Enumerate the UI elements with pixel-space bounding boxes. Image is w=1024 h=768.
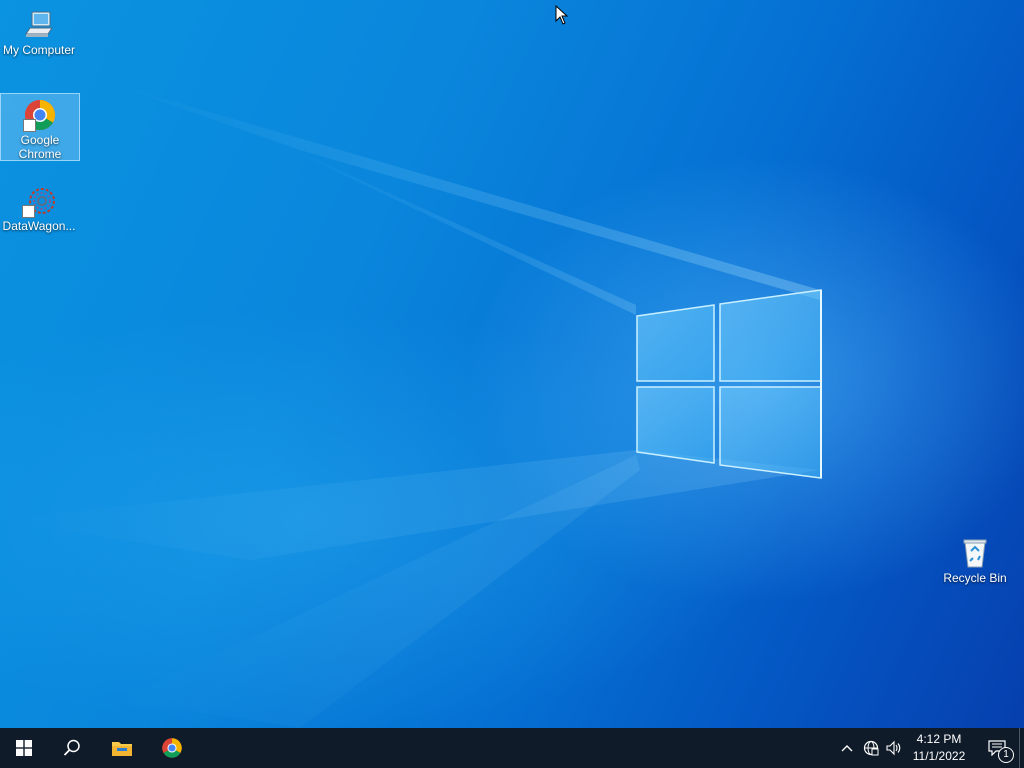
notification-count-badge: 1 <box>998 747 1014 763</box>
desktop-icon-label: Google Chrome <box>18 133 62 161</box>
clock-date: 11/1/2022 <box>912 749 966 763</box>
mouse-cursor-icon <box>555 5 569 25</box>
shortcut-arrow-icon <box>22 205 35 218</box>
search-icon <box>63 739 80 756</box>
volume-icon <box>886 740 901 756</box>
datawagon-icon <box>22 184 56 218</box>
desktop-icon-label: DataWagon... <box>2 219 76 233</box>
desktop[interactable]: My Computer Google Chrome DataWagon... R… <box>0 0 1024 728</box>
start-button[interactable] <box>0 728 48 768</box>
action-center-button[interactable]: 1 <box>978 728 1016 768</box>
recycle-bin-icon <box>958 536 992 570</box>
desktop-icon-label: Recycle Bin <box>943 571 1007 585</box>
computer-icon <box>22 8 56 42</box>
start-icon <box>16 740 32 756</box>
desktop-icon-google-chrome[interactable]: Google Chrome <box>0 93 80 161</box>
network-globe-icon <box>863 740 879 756</box>
show-desktop-button[interactable] <box>1019 728 1024 768</box>
desktop-icon-recycle-bin[interactable]: Recycle Bin <box>936 532 1014 588</box>
file-explorer-icon <box>112 742 132 756</box>
chevron-up-icon <box>841 745 853 752</box>
file-explorer-button[interactable] <box>98 728 146 768</box>
windows-wallpaper-logo <box>0 80 822 728</box>
chrome-taskbar-button[interactable] <box>148 728 196 768</box>
shortcut-arrow-icon <box>23 119 36 132</box>
network-button[interactable] <box>861 738 881 758</box>
clock-time: 4:12 PM <box>916 732 962 746</box>
search-button[interactable] <box>48 728 96 768</box>
volume-button[interactable] <box>884 738 904 758</box>
clock[interactable]: 4:12 PM 11/1/2022 <box>906 731 972 765</box>
chrome-icon <box>162 738 182 758</box>
show-hidden-icons-button[interactable] <box>837 738 857 758</box>
taskbar: 4:12 PM 11/1/2022 1 <box>0 728 1024 768</box>
chrome-icon <box>23 98 57 132</box>
desktop-icon-my-computer[interactable]: My Computer <box>0 4 78 60</box>
desktop-icon-label: My Computer <box>2 43 76 57</box>
desktop-icon-datawagon[interactable]: DataWagon... <box>0 180 78 236</box>
